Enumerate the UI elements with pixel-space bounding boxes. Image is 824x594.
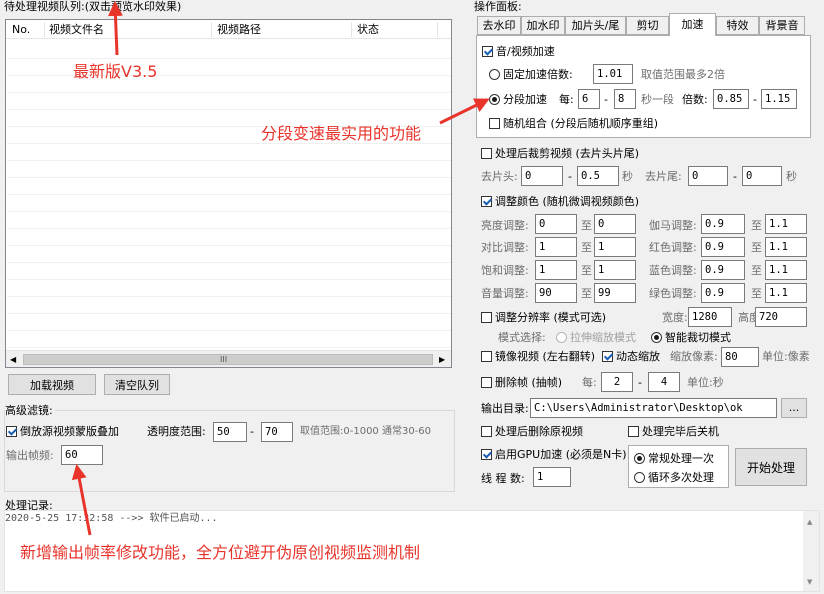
- annotation-arrows: [71, 1, 490, 536]
- arrow-segment: [439, 98, 490, 125]
- arrow-fps: [71, 464, 92, 536]
- arrow-version: [107, 1, 123, 56]
- tab-speed[interactable]: 加速: [669, 13, 716, 36]
